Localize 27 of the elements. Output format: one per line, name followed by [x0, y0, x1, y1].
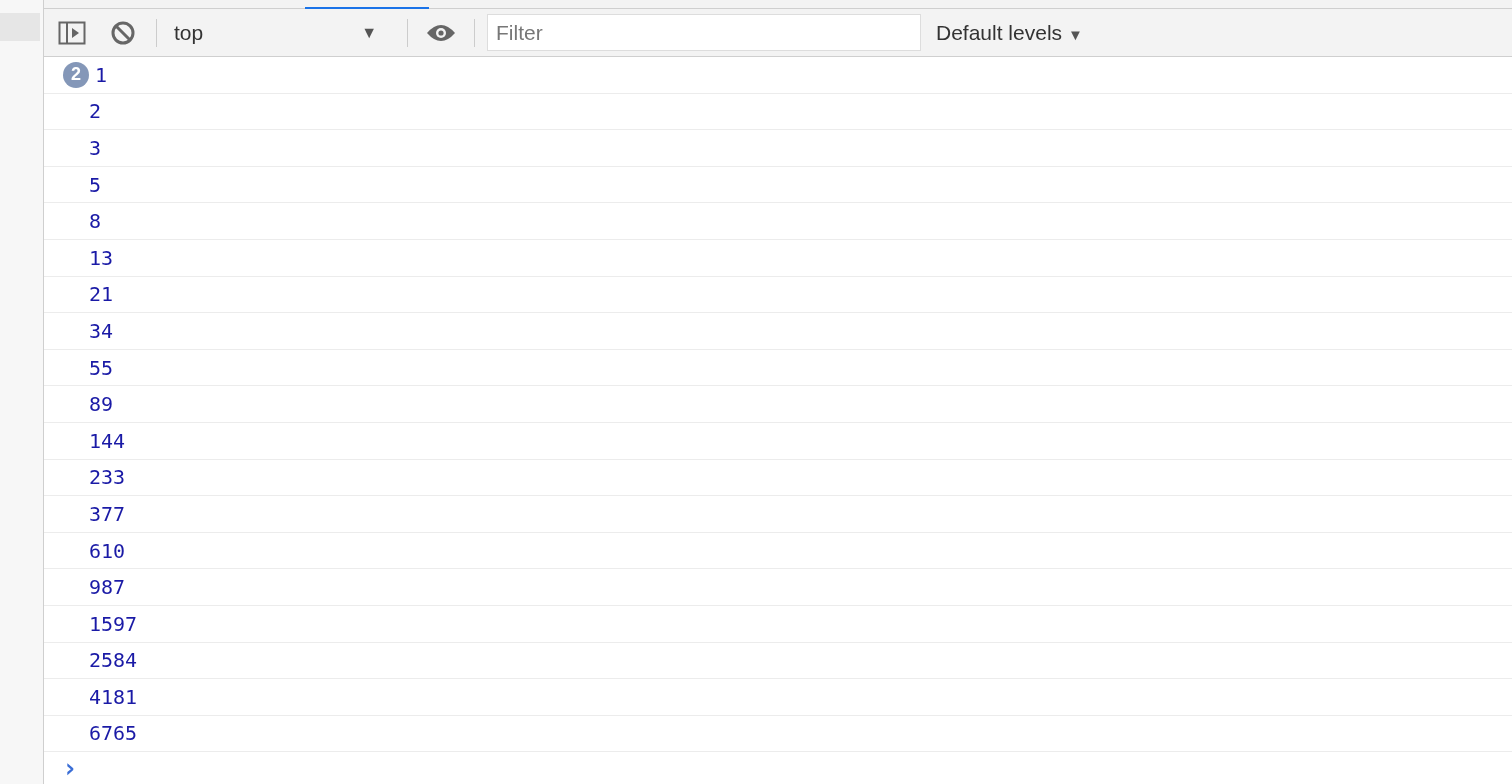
log-value: 89: [89, 392, 114, 417]
filter-field[interactable]: Filter: [487, 14, 921, 51]
log-value: 377: [89, 501, 126, 526]
log-value: 34: [89, 318, 114, 343]
log-value: 21: [89, 282, 114, 307]
clear-icon[interactable]: [110, 19, 136, 46]
log-value: 1597: [89, 611, 138, 636]
levels-dropdown[interactable]: Default levels ▼: [936, 20, 1083, 45]
log-value: 144: [89, 428, 126, 453]
log-value: 2584: [89, 648, 138, 673]
log-value: 4181: [89, 684, 138, 709]
repeat-count-badge: 2: [63, 61, 89, 88]
log-value: 3: [89, 136, 102, 160]
log-value: 233: [89, 465, 126, 490]
eye-icon[interactable]: [426, 22, 456, 43]
log-value: 2: [89, 99, 102, 124]
context-select[interactable]: top ▼: [157, 20, 393, 45]
log-value: 13: [89, 245, 114, 270]
log-value: 8: [89, 209, 102, 234]
sidebar-toggle-icon[interactable]: [58, 20, 86, 45]
log-value: 6765: [89, 721, 138, 746]
log-value: 55: [89, 355, 114, 380]
prompt-caret[interactable]: ›: [62, 755, 78, 782]
log-value: 5: [89, 172, 102, 197]
log-value: 1: [95, 62, 108, 87]
log-value: 610: [89, 538, 126, 563]
log-value: 987: [89, 575, 126, 600]
